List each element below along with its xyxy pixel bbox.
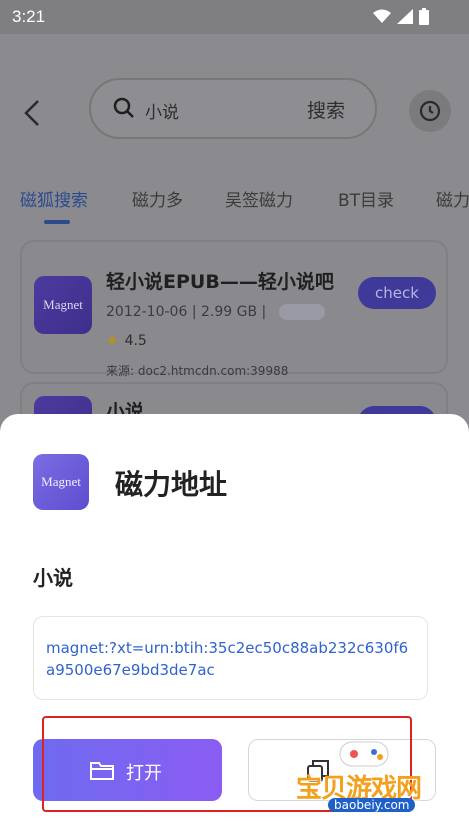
- result-tag: [278, 304, 325, 320]
- tab-wuqian[interactable]: 吴签磁力: [225, 186, 293, 211]
- watermark-url: baobeiy.com: [328, 798, 416, 812]
- signal-icon: [397, 9, 413, 24]
- search-icon: [113, 97, 134, 118]
- search-button[interactable]: 搜索: [307, 96, 345, 123]
- search-input[interactable]: 小说: [145, 98, 179, 123]
- status-bar: 3:21: [0, 0, 469, 34]
- item-name: 小说: [33, 566, 73, 590]
- tab-cili[interactable]: 磁力: [436, 186, 469, 211]
- tab-bt-directory[interactable]: BT目录: [338, 186, 394, 211]
- result-rating: ★ 4.5: [106, 333, 147, 349]
- tab-cihu[interactable]: 磁狐搜索: [20, 186, 88, 211]
- source-tabs: 磁狐搜索 磁力多 吴签磁力 BT目录 磁力: [0, 186, 469, 226]
- magnet-link[interactable]: magnet:?xt=urn:btih:35c2ec50c88ab232c630…: [46, 637, 416, 681]
- back-icon[interactable]: [20, 98, 46, 128]
- star-icon: ★: [106, 333, 119, 349]
- clock-icon: [419, 100, 441, 122]
- check-button[interactable]: check: [358, 277, 436, 309]
- result-source: 来源: doc2.htmcdn.com:39988: [106, 364, 289, 378]
- gamepad-icon: [339, 741, 389, 767]
- tab-ciliduo[interactable]: 磁力多: [132, 186, 183, 211]
- status-time: 3:21: [12, 7, 46, 26]
- magnet-logo: Magnet: [33, 454, 89, 510]
- sheet-title: 磁力地址: [115, 468, 228, 501]
- rating-value: 4.5: [124, 333, 147, 349]
- battery-icon: [419, 8, 429, 25]
- result-title: 轻小说EPUB——轻小说吧: [106, 271, 334, 293]
- status-icons: [373, 8, 429, 25]
- search-bar[interactable]: 小说 搜索: [89, 78, 377, 139]
- result-date: 2012-10-06: [106, 304, 188, 320]
- result-card[interactable]: Magnet 轻小说EPUB——轻小说吧 2012-10-06 | 2.99 G…: [20, 240, 448, 378]
- watermark: 宝贝游戏网 baobeiy.com: [290, 736, 440, 822]
- result-size: 2.99 GB: [201, 304, 258, 320]
- magnet-link-box[interactable]: magnet:?xt=urn:btih:35c2ec50c88ab232c630…: [33, 616, 428, 700]
- wifi-icon: [373, 9, 391, 23]
- history-button[interactable]: [409, 90, 451, 132]
- magnet-logo: Magnet: [34, 276, 92, 334]
- active-tab-indicator: [44, 220, 70, 224]
- result-meta: 2012-10-06 | 2.99 GB |: [106, 304, 325, 320]
